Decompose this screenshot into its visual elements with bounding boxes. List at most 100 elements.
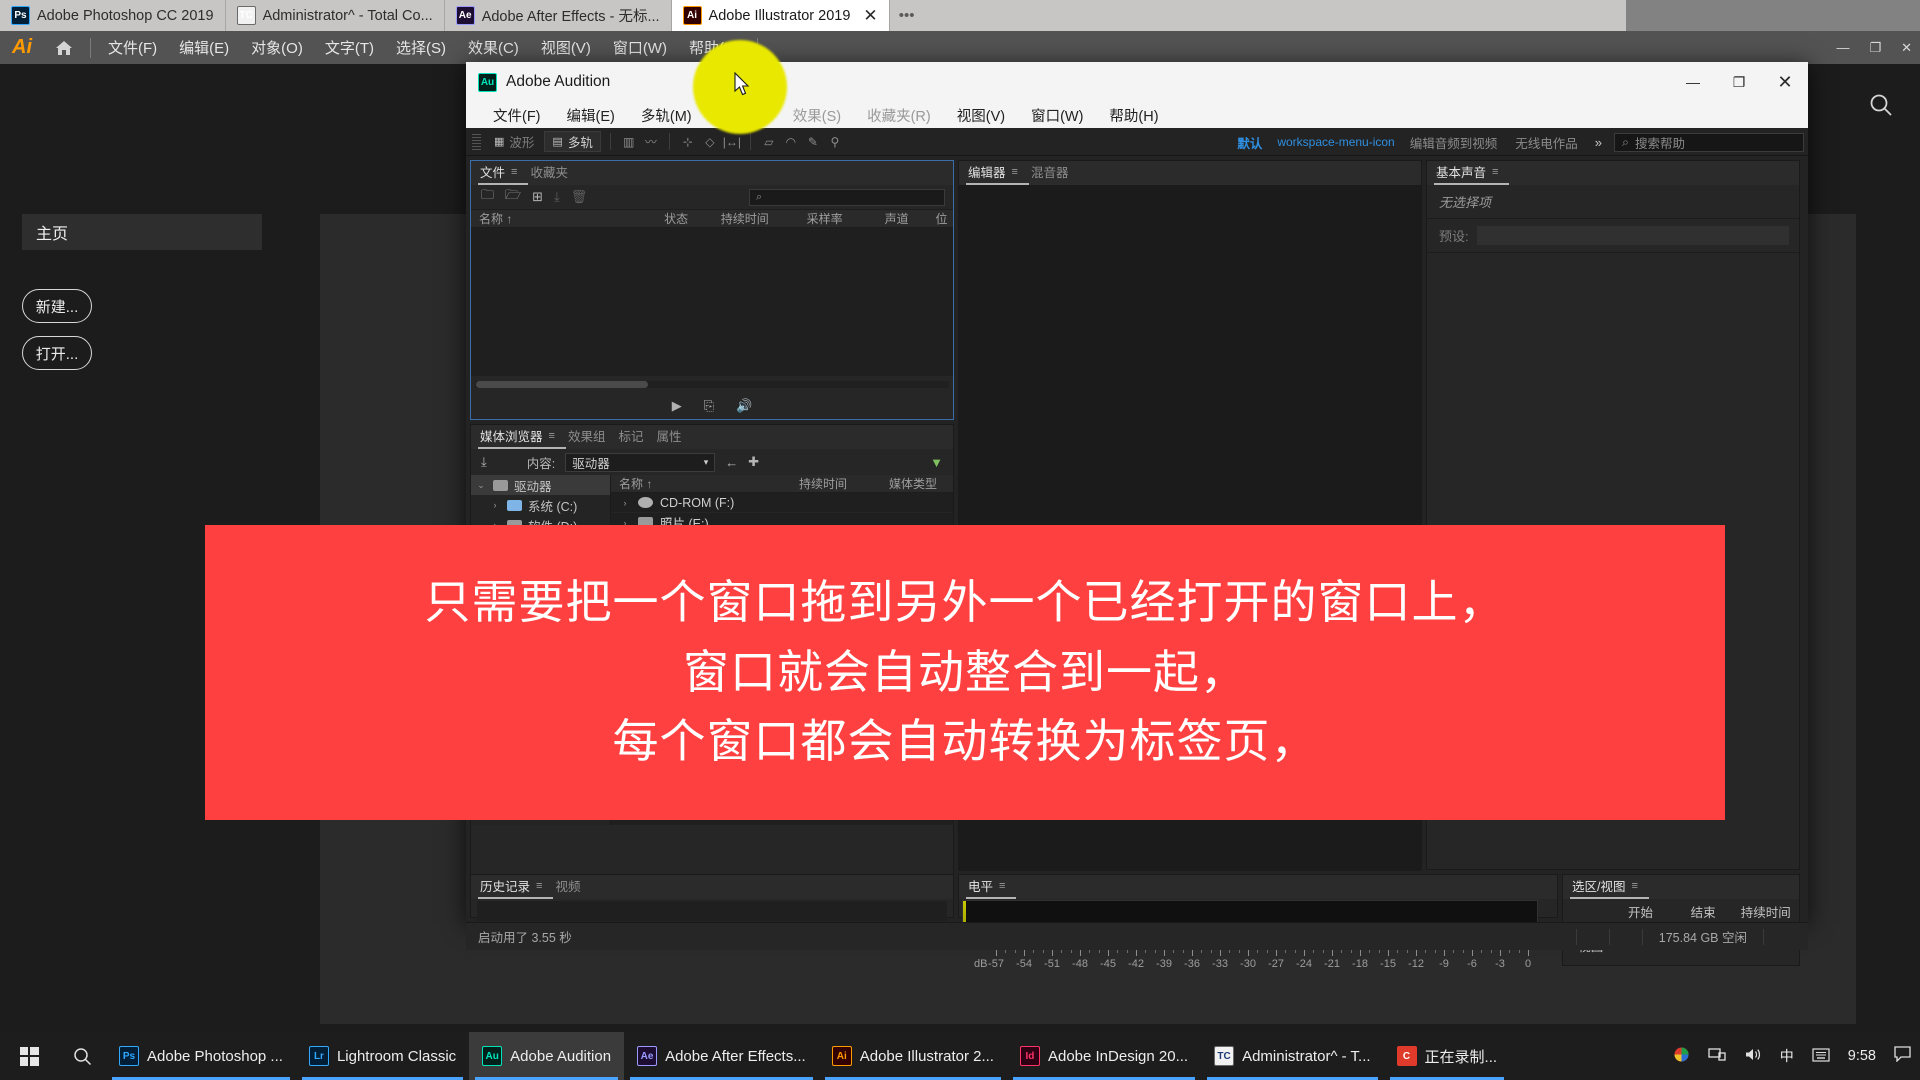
search-icon[interactable] xyxy=(58,1032,106,1080)
browser-tab-total-commander[interactable]: TC Administrator^ - Total Co... xyxy=(226,0,445,31)
au-menu-effects[interactable]: 效果(S) xyxy=(780,105,854,126)
tab-selection-view[interactable]: 选区/视图 ≡ xyxy=(1570,876,1649,899)
help-search-input[interactable]: ⌕ 搜索帮助 xyxy=(1614,132,1804,152)
spectral-frequency-icon[interactable]: ▥ xyxy=(618,132,640,152)
au-menu-favorites[interactable]: 收藏夹(R) xyxy=(854,105,944,126)
taskbar-item-photoshop[interactable]: Ps Adobe Photoshop ... xyxy=(106,1032,296,1080)
import-icon[interactable]: 🗁 xyxy=(505,186,521,208)
tab-markers[interactable]: 标记 xyxy=(616,426,654,449)
keyboard-icon[interactable] xyxy=(1803,1047,1839,1065)
new-file-icon[interactable]: ⊞ xyxy=(532,189,543,205)
col-channels[interactable]: 声道 xyxy=(877,210,928,227)
panel-menu-icon[interactable]: ≡ xyxy=(536,880,542,892)
col-status[interactable]: 状态 xyxy=(656,210,713,227)
workspace-more-icon[interactable]: » xyxy=(1587,135,1610,150)
time-selection-icon[interactable]: |↔| xyxy=(721,132,743,152)
spectral-pitch-icon[interactable]: 〰 xyxy=(640,132,662,152)
illustrator-home-tab[interactable]: 主页 xyxy=(22,214,262,250)
workspace-menu-icon[interactable]: workspace-menu-icon xyxy=(1271,135,1400,149)
volume-icon[interactable] xyxy=(1735,1047,1771,1065)
au-menu-multitrack[interactable]: 多轨(M) xyxy=(628,105,705,126)
slip-tool-icon[interactable]: ◇ xyxy=(699,132,721,152)
audition-titlebar[interactable]: Au Adobe Audition — ❐ ✕ xyxy=(466,62,1808,102)
home-icon[interactable] xyxy=(44,40,84,56)
files-hscrollbar-track[interactable] xyxy=(475,381,949,388)
add-shortcut-icon[interactable]: ✚ xyxy=(748,454,759,470)
insert-into-multitrack-icon[interactable]: ⤓ xyxy=(554,189,560,205)
ai-menu-select[interactable]: 选择(S) xyxy=(385,37,457,58)
play-icon[interactable]: ▶ xyxy=(672,398,682,414)
files-hscrollbar-thumb[interactable] xyxy=(476,381,648,388)
browser-tab-after-effects[interactable]: Ae Adobe After Effects - 无标... xyxy=(445,0,672,31)
workspace-edit-audio-to-video[interactable]: 编辑音频到视频 xyxy=(1401,133,1507,152)
ai-minimize-button[interactable]: — xyxy=(1836,40,1849,55)
tab-levels[interactable]: 电平 ≡ xyxy=(966,876,1017,899)
taskbar-item-lightroom[interactable]: Lr Lightroom Classic xyxy=(296,1032,469,1080)
taskbar-item-indesign[interactable]: Id Adobe InDesign 20... xyxy=(1007,1032,1201,1080)
au-menu-view[interactable]: 视图(V) xyxy=(944,105,1018,126)
taskbar-item-after-effects[interactable]: Ae Adobe After Effects... xyxy=(624,1032,819,1080)
tree-item-system-c[interactable]: › 系统 (C:) xyxy=(471,495,610,515)
ai-maximize-button[interactable]: ❐ xyxy=(1869,40,1881,56)
brush-icon[interactable]: ✎ xyxy=(802,132,824,152)
panel-menu-icon[interactable]: ≡ xyxy=(1631,880,1637,892)
audition-close-button[interactable]: ✕ xyxy=(1762,62,1808,102)
files-search-input[interactable]: ⌕ xyxy=(749,188,945,206)
tab-favorites[interactable]: 收藏夹 xyxy=(528,162,579,185)
browser-tab-photoshop[interactable]: Ps Adobe Photoshop CC 2019 xyxy=(0,0,226,31)
audition-minimize-button[interactable]: — xyxy=(1670,62,1716,102)
search-icon[interactable] xyxy=(1868,92,1894,125)
taskbar-item-total-commander[interactable]: TC Administrator^ - T... xyxy=(1201,1032,1383,1080)
tab-media-browser[interactable]: 媒体浏览器 ≡ xyxy=(478,426,566,449)
audition-maximize-button[interactable]: ❐ xyxy=(1716,62,1762,102)
clock[interactable]: 9:58 xyxy=(1839,1048,1885,1064)
multitrack-view-button[interactable]: ▤ 多轨 xyxy=(544,131,601,152)
ai-menu-effect[interactable]: 效果(C) xyxy=(457,37,530,58)
razor-icon[interactable]: ▱ xyxy=(758,132,780,152)
tab-video[interactable]: 视频 xyxy=(553,876,591,899)
ime-icon[interactable]: 中 xyxy=(1771,1046,1803,1066)
ai-close-button[interactable]: ✕ xyxy=(1901,40,1912,56)
chevron-right-icon[interactable]: › xyxy=(619,498,631,508)
workspace-radio-production[interactable]: 无线电作品 xyxy=(1506,133,1587,152)
panel-menu-icon[interactable]: ≡ xyxy=(1492,166,1498,178)
col-bits[interactable]: 位 xyxy=(927,210,953,227)
ai-menu-view[interactable]: 视图(V) xyxy=(530,37,602,58)
open-folder-icon[interactable]: 🗀 xyxy=(481,186,494,208)
col-name[interactable]: 名称 ↑ xyxy=(471,210,656,227)
windows-start-icon[interactable] xyxy=(0,1032,58,1080)
panel-menu-icon[interactable]: ≡ xyxy=(999,880,1005,892)
chevron-right-icon[interactable]: › xyxy=(489,500,501,510)
notification-icon[interactable] xyxy=(1885,1045,1920,1067)
tab-effects-rack[interactable]: 效果组 xyxy=(566,426,617,449)
ai-menu-type[interactable]: 文字(T) xyxy=(314,37,385,58)
au-menu-edit[interactable]: 编辑(E) xyxy=(554,105,628,126)
tab-history[interactable]: 历史记录 ≡ xyxy=(478,876,554,899)
panel-menu-icon[interactable]: ≡ xyxy=(511,166,517,178)
au-menu-window[interactable]: 窗口(W) xyxy=(1018,105,1096,126)
open-document-button[interactable]: 打开... xyxy=(22,336,92,370)
lasso-icon[interactable]: ◠ xyxy=(780,132,802,152)
network-icon[interactable] xyxy=(1699,1047,1735,1065)
tab-essential-sound[interactable]: 基本声音 ≡ xyxy=(1434,162,1510,185)
browser-tab-illustrator[interactable]: Ai Adobe Illustrator 2019 ✕ xyxy=(671,0,890,31)
workspace-default[interactable]: 默认 xyxy=(1228,133,1271,152)
col-media-type[interactable]: 媒体类型 xyxy=(881,475,951,492)
taskbar-item-illustrator[interactable]: Ai Adobe Illustrator 2... xyxy=(819,1032,1007,1080)
tab-mixer[interactable]: 混音器 xyxy=(1029,162,1080,185)
files-list[interactable] xyxy=(471,228,953,376)
eyedropper-icon[interactable]: ⚲ xyxy=(824,132,846,152)
list-item[interactable]: › CD-ROM (F:) xyxy=(611,493,953,513)
new-document-button[interactable]: 新建... xyxy=(22,289,92,323)
insert-icon[interactable]: ⎘ xyxy=(704,398,714,414)
tree-item-drives[interactable]: ⌄ 驱动器 xyxy=(471,475,610,495)
tab-editor[interactable]: 编辑器 ≡ xyxy=(966,162,1029,185)
content-select[interactable]: 驱动器 ▾ xyxy=(565,452,716,472)
col-duration[interactable]: 持续时间 xyxy=(791,475,881,492)
color-icon[interactable] xyxy=(1664,1046,1699,1066)
taskbar-item-recording[interactable]: C 正在录制... xyxy=(1384,1032,1511,1080)
auto-play-icon[interactable]: 🔊 xyxy=(736,398,752,414)
import-icon[interactable]: ⤓ xyxy=(481,454,487,470)
delete-icon[interactable]: 🗑 xyxy=(571,189,588,205)
panel-menu-icon[interactable]: ≡ xyxy=(1012,166,1018,178)
